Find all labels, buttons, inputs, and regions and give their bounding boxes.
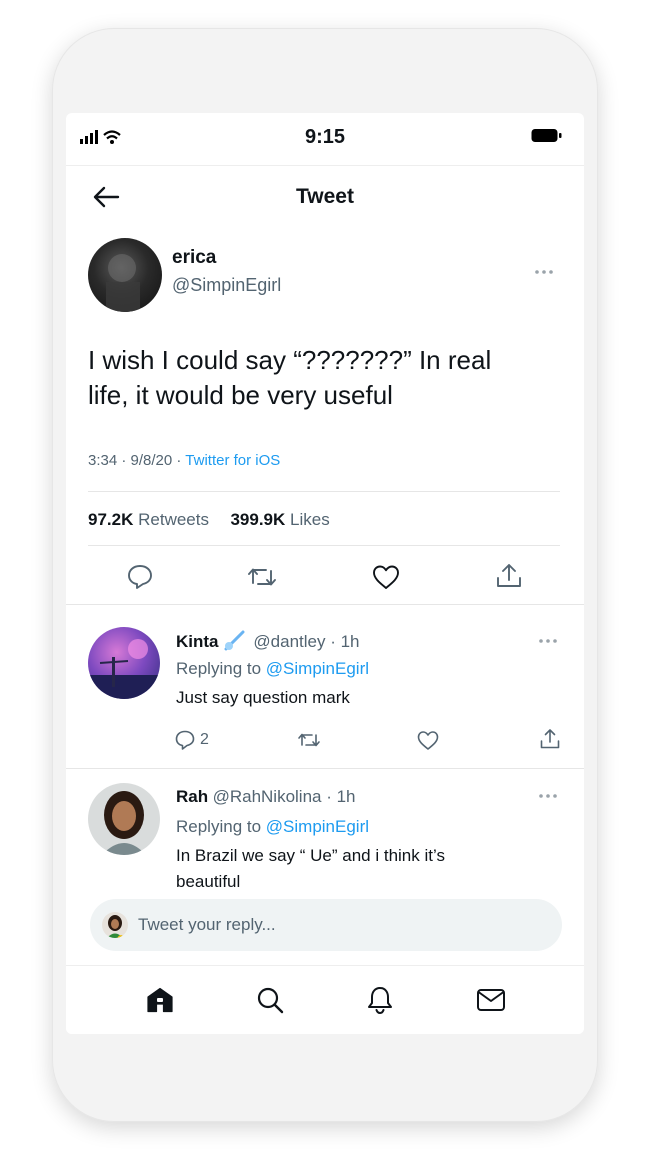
- share-icon[interactable]: [538, 727, 562, 751]
- reply-item[interactable]: Kinta @dantley · 1h Replying to @SimpinE…: [66, 605, 584, 767]
- home-icon[interactable]: [146, 986, 174, 1014]
- notifications-icon[interactable]: [366, 985, 394, 1015]
- likes-stat[interactable]: 399.9K Likes: [230, 510, 329, 529]
- status-bar: 9:15: [66, 113, 584, 166]
- status-time: 9:15: [304, 126, 346, 148]
- more-options-icon[interactable]: [538, 793, 558, 799]
- composer-avatar: [102, 912, 128, 938]
- avatar-photo: [102, 791, 146, 855]
- avatar-photo: [88, 639, 160, 699]
- retweet-icon[interactable]: [296, 729, 322, 751]
- tab-bar: [66, 965, 584, 1034]
- mention-link[interactable]: @SimpinEgirl: [266, 817, 369, 836]
- avatar-photo: [106, 254, 140, 312]
- replying-to: Replying to @SimpinEgirl: [176, 659, 370, 678]
- replying-to: Replying to @SimpinEgirl: [176, 817, 370, 836]
- retweet-icon[interactable]: [246, 563, 278, 591]
- comet-emoji-icon: [224, 630, 245, 651]
- reply-author-name[interactable]: Rah: [176, 787, 208, 806]
- tweet-source-link[interactable]: Twitter for iOS: [185, 452, 280, 469]
- like-icon[interactable]: [416, 729, 440, 751]
- reply-avatar[interactable]: [88, 627, 160, 699]
- author-handle[interactable]: @SimpinEgirl: [172, 275, 281, 296]
- reply-text-line-1: In Brazil we say “ Ue” and i think it’s: [176, 846, 445, 865]
- reply-text-line-2: beautiful: [176, 872, 241, 891]
- tweet-text-line-2: life, it would be very useful: [88, 380, 393, 410]
- reply-composer[interactable]: Tweet your reply...: [90, 899, 562, 951]
- reply-icon[interactable]: [174, 729, 196, 751]
- reply-handle-time[interactable]: @dantley · 1h: [253, 632, 359, 651]
- divider: [88, 545, 560, 546]
- search-icon[interactable]: [256, 986, 284, 1014]
- tweet-meta: 3:34 · 9/8/20 · Twitter for iOS: [88, 452, 280, 469]
- reply-item[interactable]: Rah @RahNikolina · 1h Replying to @Simpi…: [66, 769, 584, 899]
- more-options-icon[interactable]: [538, 638, 558, 644]
- reply-handle-time[interactable]: @RahNikolina · 1h: [213, 787, 356, 806]
- reply-text: Just say question mark: [176, 688, 350, 707]
- reply-avatar[interactable]: [88, 783, 160, 855]
- page-title: Tweet: [296, 185, 354, 208]
- reply-header: Rah @RahNikolina · 1h: [176, 787, 356, 807]
- mention-link[interactable]: @SimpinEgirl: [266, 659, 369, 678]
- messages-icon[interactable]: [476, 988, 506, 1012]
- reply-icon[interactable]: [126, 563, 154, 591]
- avatar-photo: [107, 915, 125, 938]
- share-icon[interactable]: [494, 561, 524, 591]
- author-avatar[interactable]: [88, 238, 162, 312]
- tweet-stats: 97.2K Retweets 399.9K Likes: [88, 510, 330, 530]
- app-screen: 9:15 Tweet erica @SimpinEgirl I wish I c…: [66, 113, 584, 1034]
- more-options-icon[interactable]: [534, 269, 554, 275]
- reply-header: Kinta @dantley · 1h: [176, 629, 360, 652]
- divider: [88, 491, 560, 492]
- like-icon[interactable]: [371, 563, 401, 591]
- reply-count: 2: [200, 731, 209, 748]
- battery-icon: [531, 129, 562, 142]
- tweet-timestamp: 3:34 · 9/8/20 ·: [88, 452, 186, 469]
- retweets-stat[interactable]: 97.2K Retweets: [88, 510, 209, 529]
- author-name[interactable]: erica: [172, 247, 216, 269]
- composer-placeholder[interactable]: Tweet your reply...: [138, 915, 276, 935]
- tweet-text-line-1: I wish I could say “???????” In real: [88, 345, 492, 375]
- reply-author-name[interactable]: Kinta: [176, 632, 219, 651]
